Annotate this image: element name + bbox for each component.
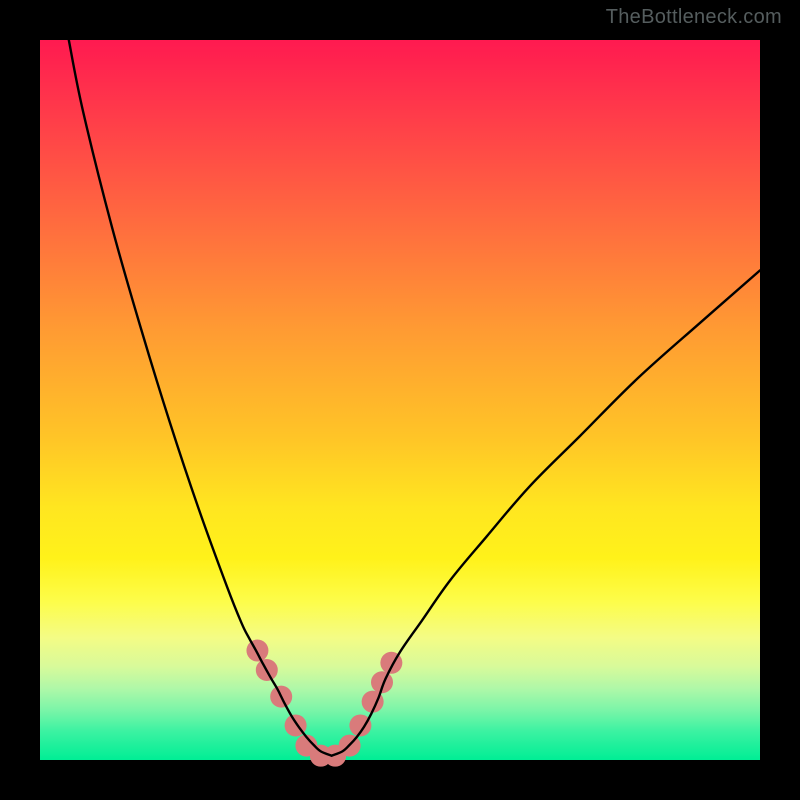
chart-svg	[40, 40, 760, 760]
outer-frame: TheBottleneck.com	[0, 0, 800, 800]
watermark-text: TheBottleneck.com	[606, 6, 782, 29]
marker-point	[246, 640, 268, 662]
plot-area	[40, 40, 760, 760]
curve-layer	[69, 40, 760, 756]
curve-right-branch	[332, 270, 760, 755]
curve-left-branch	[69, 40, 332, 756]
marker-layer	[246, 640, 402, 767]
